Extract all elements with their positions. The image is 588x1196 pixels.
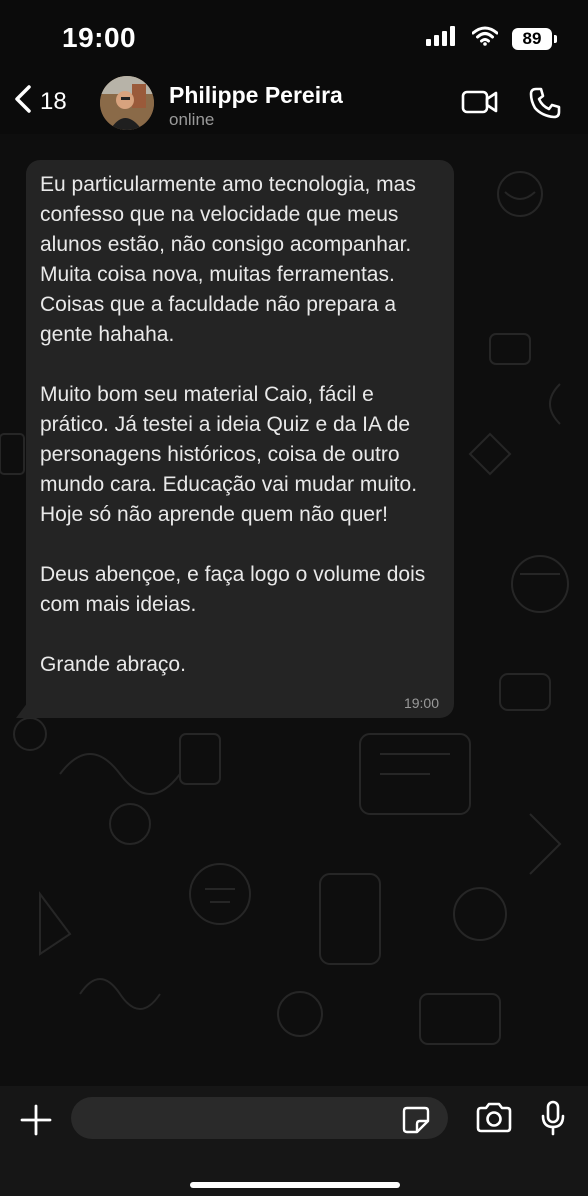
back-button[interactable]: 18 [12, 84, 67, 119]
message-paragraph-1: Eu particularmente amo tecnologia, mas c… [40, 173, 416, 346]
battery-level: 89 [522, 28, 542, 48]
incoming-message-bubble[interactable]: Eu particularmente amo tecnologia, mas c… [26, 160, 454, 718]
message-input[interactable] [71, 1097, 448, 1139]
avatar[interactable] [100, 76, 154, 130]
sticker-icon[interactable] [402, 1106, 430, 1139]
phone-call-icon[interactable] [528, 86, 562, 125]
camera-icon[interactable] [475, 1102, 513, 1139]
status-icons: 89 [426, 26, 557, 51]
message-paragraph-2: Muito bom seu material Caio, fácil e prá… [40, 383, 418, 526]
message-timestamp: 19:00 [403, 695, 439, 711]
plus-icon[interactable] [20, 1104, 52, 1141]
battery-icon: 89 [512, 27, 557, 50]
message-paragraph-3: Deus abençoe, e faça logo o volume dois … [40, 563, 426, 616]
back-chevron-icon [12, 84, 34, 119]
unread-count: 18 [40, 87, 67, 115]
contact-name[interactable]: Philippe Pereira [169, 82, 343, 109]
contact-status: online [169, 110, 215, 129]
signal-icon [426, 26, 458, 51]
wifi-icon [471, 26, 499, 51]
status-time: 19:00 [62, 22, 137, 53]
composer-bar [0, 1086, 588, 1196]
message-paragraph-4: Grande abraço. [40, 653, 186, 676]
home-indicator[interactable] [190, 1182, 400, 1188]
microphone-icon[interactable] [540, 1100, 566, 1141]
video-call-icon[interactable] [461, 88, 499, 121]
status-bar: 19:00 89 [0, 0, 588, 80]
chat-header: 18 Philippe Pereira online [0, 70, 588, 134]
